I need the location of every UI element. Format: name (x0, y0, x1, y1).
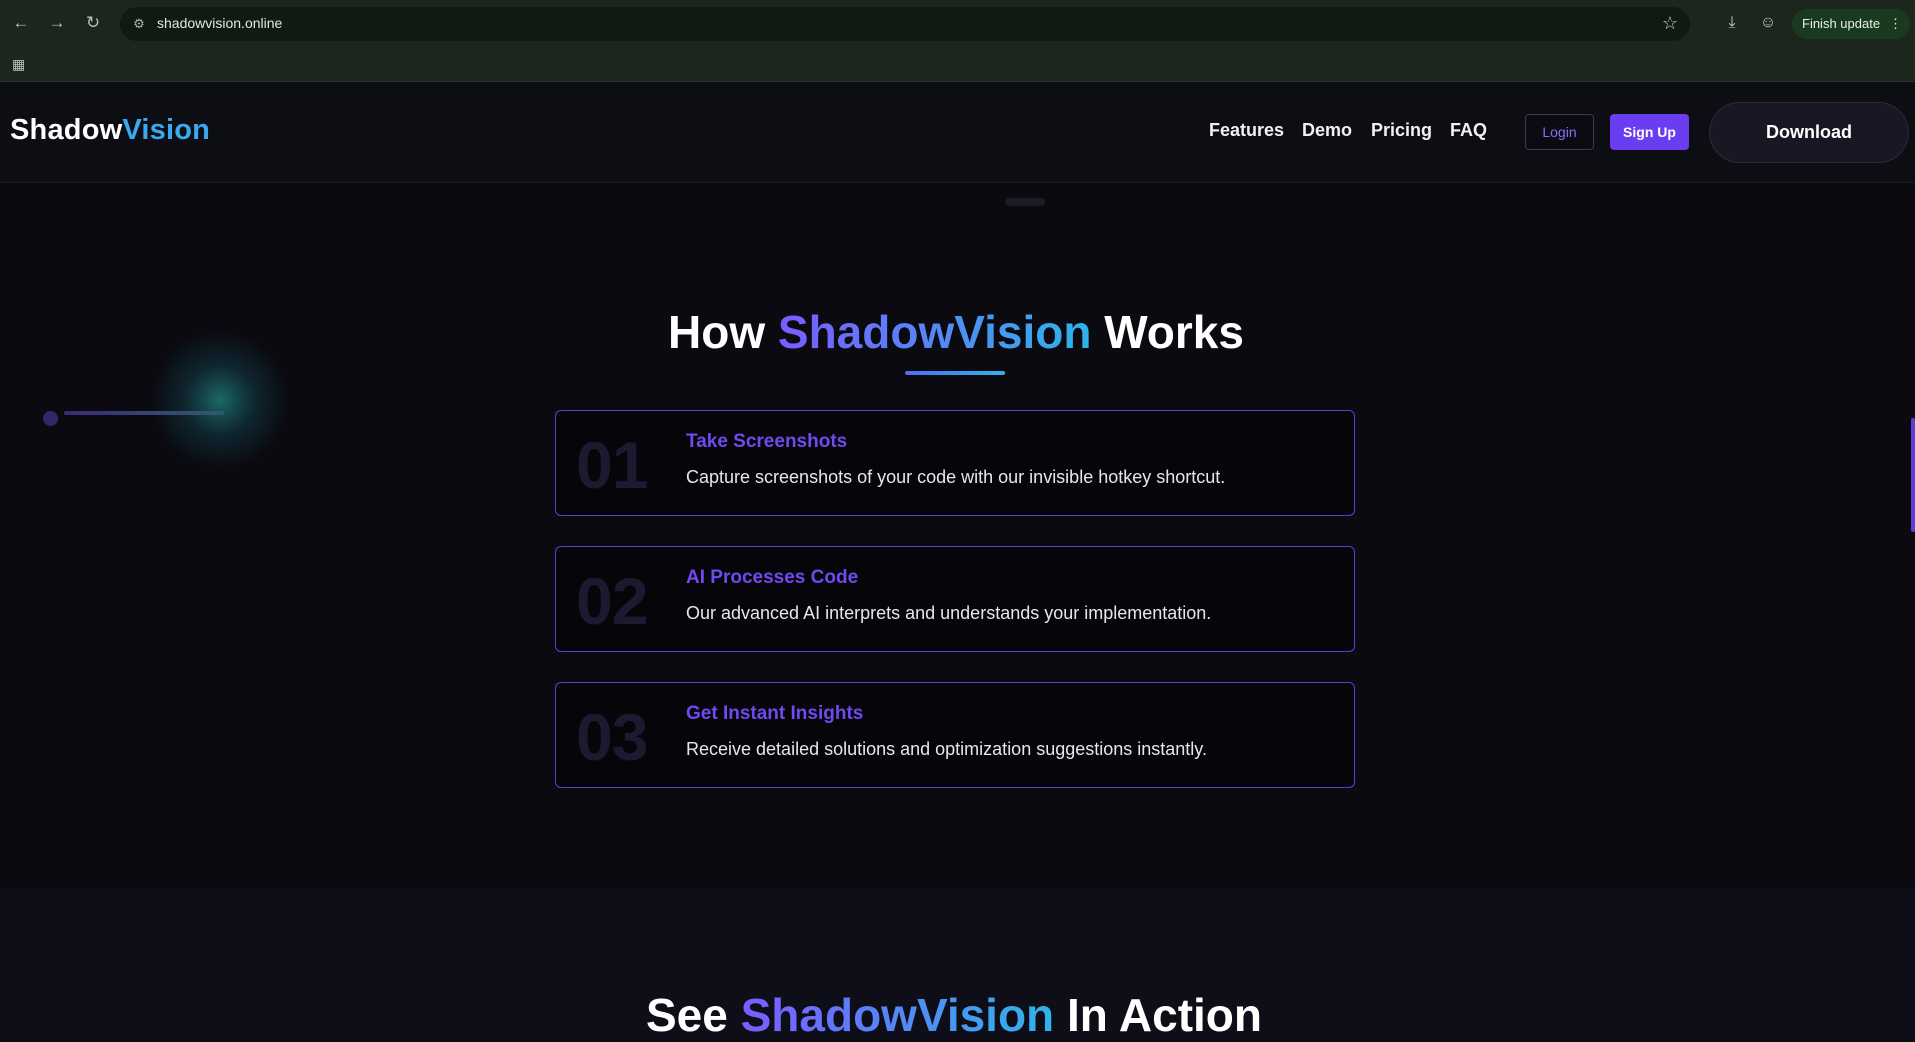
title-underline (905, 371, 1005, 375)
back-icon[interactable]: ← (10, 12, 32, 34)
browser-toolbar: ← → ↻ ⚙ shadowvision.online ☆ ⤓ ☺ Finish… (0, 0, 1915, 48)
decorative-dot (43, 411, 58, 426)
title-suffix: Works (1104, 306, 1244, 358)
title-brand: ShadowVision (777, 306, 1092, 358)
faded-text-line (1005, 198, 1045, 206)
title-suffix: In Action (1066, 989, 1263, 1041)
step-number: 03 (576, 700, 648, 774)
site-header: ShadowVision Features Demo Pricing FAQ L… (0, 82, 1915, 183)
download-icon[interactable]: ⤓ (1720, 11, 1744, 35)
step-description: Capture screenshots of your code with ou… (686, 467, 1226, 487)
step-description: Receive detailed solutions and optimizat… (686, 739, 1207, 759)
logo-part1: Shadow (10, 114, 123, 146)
reload-icon[interactable]: ↻ (82, 12, 104, 34)
logo-part2: Vision (122, 114, 211, 146)
title-brand: ShadowVision (740, 989, 1055, 1041)
url-text[interactable]: shadowvision.online (157, 15, 282, 31)
demo-section-title: See ShadowVision In Action (0, 988, 1908, 1042)
step-title: AI Processes Code (686, 567, 859, 588)
address-bar[interactable]: ⚙ shadowvision.online ☆ (120, 7, 1690, 41)
scrollbar-thumb[interactable] (1911, 418, 1915, 532)
step-description: Our advanced AI interprets and understan… (686, 603, 1212, 623)
profile-icon[interactable]: ☺ (1756, 11, 1780, 35)
nav-link-pricing[interactable]: Pricing (1371, 120, 1432, 141)
decorative-line (64, 411, 224, 415)
step-number: 02 (576, 564, 648, 638)
signup-button[interactable]: Sign Up (1610, 114, 1689, 150)
nav-link-faq[interactable]: FAQ (1450, 120, 1487, 141)
logo[interactable]: ShadowVision (10, 114, 210, 147)
step-title: Get Instant Insights (686, 703, 864, 724)
star-icon[interactable]: ☆ (1662, 13, 1678, 34)
step-number: 01 (576, 428, 648, 502)
nav-link-demo[interactable]: Demo (1302, 120, 1352, 141)
how-it-works-title: How ShadowVision Works (0, 305, 1912, 359)
forward-icon[interactable]: → (46, 12, 68, 34)
step-card: 02 AI Processes Code Our advanced AI int… (555, 546, 1355, 652)
step-card: 01 Take Screenshots Capture screenshots … (555, 410, 1355, 516)
step-title: Take Screenshots (686, 431, 848, 452)
finish-update-label: Finish update (1802, 16, 1881, 31)
bookmarks-bar: ▦ (0, 48, 1915, 82)
login-button[interactable]: Login (1525, 114, 1594, 150)
site-info-icon[interactable]: ⚙ (130, 15, 148, 33)
more-menu-icon[interactable]: ⋮ (1889, 9, 1902, 39)
title-prefix: See (645, 989, 728, 1041)
finish-update-button[interactable]: Finish update ⋮ (1792, 9, 1910, 39)
download-button[interactable]: Download (1709, 102, 1909, 163)
step-card: 03 Get Instant Insights Receive detailed… (555, 682, 1355, 788)
nav-link-features[interactable]: Features (1209, 120, 1284, 141)
browser-chrome: ← → ↻ ⚙ shadowvision.online ☆ ⤓ ☺ Finish… (0, 0, 1915, 82)
title-prefix: How (668, 306, 766, 358)
apps-grid-icon[interactable]: ▦ (12, 56, 28, 72)
